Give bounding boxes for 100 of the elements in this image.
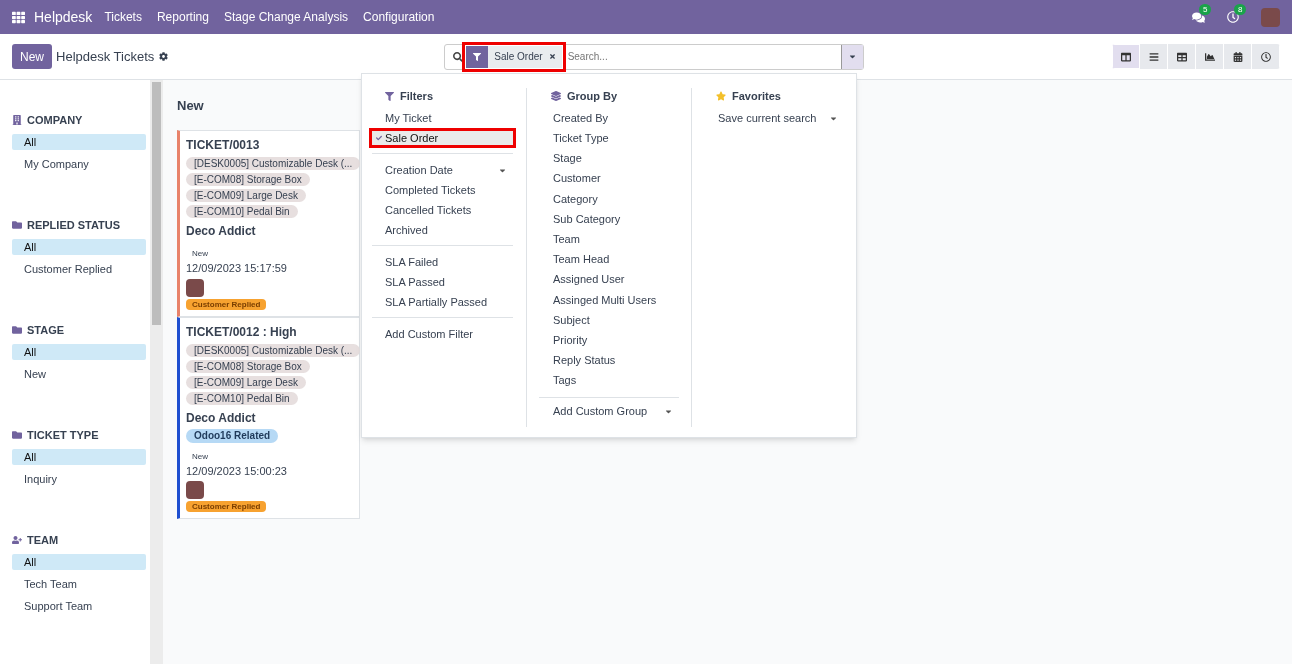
menu-item[interactable]: Stage Change Analysis bbox=[223, 8, 349, 26]
group-by-option[interactable]: Stage bbox=[539, 148, 679, 169]
customer-name: Deco Addict bbox=[186, 223, 256, 240]
product-tag: [E-COM08] Storage Box bbox=[186, 359, 310, 373]
ticket-date: 12/09/2023 15:00:23 bbox=[186, 463, 287, 479]
section-title: STAGE bbox=[27, 322, 65, 338]
stage-label: New bbox=[192, 248, 208, 260]
group-by-option[interactable]: Assinged Multi Users bbox=[539, 289, 679, 310]
group-by-option[interactable]: Assigned User bbox=[539, 269, 679, 290]
filter-option[interactable]: Cancelled Tickets bbox=[369, 200, 516, 220]
menu-item[interactable]: Reporting bbox=[156, 8, 209, 26]
filter-option[interactable]: Customer Replied bbox=[12, 261, 146, 277]
building-icon bbox=[12, 115, 22, 125]
customer-name: Deco Addict bbox=[186, 409, 256, 427]
filter-option[interactable]: My Company bbox=[12, 156, 146, 172]
group-by-option[interactable]: Team bbox=[539, 229, 679, 250]
filter-option[interactable]: SLA Partially Passed bbox=[369, 292, 516, 312]
filter-option[interactable]: SLA Passed bbox=[369, 272, 516, 292]
notification-count: 8 bbox=[1234, 4, 1247, 15]
product-tag: [E-COM10] Pedal Bin bbox=[186, 205, 298, 218]
calendar-view-icon bbox=[1232, 51, 1243, 62]
filter-option[interactable]: All bbox=[12, 134, 146, 150]
star-icon bbox=[716, 91, 726, 101]
view-switch-button[interactable] bbox=[1196, 44, 1224, 69]
column-title: New bbox=[177, 98, 204, 113]
activity-icon[interactable] bbox=[1227, 11, 1239, 23]
add-custom-group[interactable]: Add Custom Group bbox=[539, 396, 679, 425]
section-title: Group By bbox=[567, 88, 618, 104]
view-switch-button[interactable] bbox=[1140, 44, 1168, 69]
group-by-option[interactable]: Priority bbox=[539, 330, 679, 351]
pivot-view-icon bbox=[1176, 51, 1187, 62]
filter-option[interactable]: Creation Date bbox=[369, 160, 516, 180]
product-tag: [E-COM09] Large Desk bbox=[186, 189, 306, 202]
ticket-card[interactable]: TICKET/0013 [DESK0005] Customizable Desk (... [E-COM08] Storage Box [E-COM09] Large Desk [E-COM10] Pedal Bin Deco Addict New 12/09/2023 15:17:59 Customer Replied bbox=[177, 130, 360, 317]
new-button[interactable]: New bbox=[12, 44, 52, 69]
page-title: Helpdesk Tickets bbox=[56, 47, 155, 66]
filter-option[interactable]: Sale Order bbox=[369, 128, 516, 148]
filter-option[interactable]: All bbox=[12, 344, 146, 360]
product-tag: [E-COM10] Pedal Bin bbox=[186, 391, 298, 405]
view-switch-button[interactable] bbox=[1168, 44, 1196, 69]
view-switch-button[interactable] bbox=[1224, 44, 1252, 69]
view-switch-button[interactable] bbox=[1252, 44, 1280, 69]
section-title: Favorites bbox=[732, 88, 781, 104]
group-by-option[interactable]: Created By bbox=[539, 108, 679, 129]
product-tag: [DESK0005] Customizable Desk (... bbox=[186, 157, 361, 170]
filter-option[interactable]: All bbox=[12, 554, 146, 570]
remove-icon[interactable] bbox=[548, 53, 556, 60]
filter-option[interactable]: Tech Team bbox=[12, 576, 146, 592]
apps-menu-icon[interactable] bbox=[12, 10, 25, 24]
check-icon bbox=[376, 135, 382, 141]
filter-option[interactable]: New bbox=[12, 366, 146, 382]
filter-option[interactable]: Completed Tickets bbox=[369, 180, 516, 200]
menu-item[interactable]: Configuration bbox=[363, 8, 435, 26]
filter-option[interactable]: SLA Failed bbox=[369, 252, 516, 272]
folder-icon bbox=[12, 325, 22, 335]
notification-count: 5 bbox=[1199, 3, 1212, 15]
scrollbar[interactable] bbox=[150, 80, 163, 664]
settings-icon[interactable] bbox=[159, 52, 169, 61]
ticket-card[interactable]: TICKET/0012 : High [DESK0005] Customizable Desk (... [E-COM08] Storage Box [E-COM09] Large Desk [E-COM10] Pedal Bin Deco Addict Odoo16 Related New 12/09/2023 15:00:23 Customer Replied bbox=[177, 316, 360, 519]
stage-label: New bbox=[192, 450, 208, 463]
status-badge: Customer Replied bbox=[186, 298, 267, 310]
search-bar[interactable]: Sale Order Search... bbox=[444, 43, 865, 70]
menu-item[interactable]: Tickets bbox=[104, 8, 142, 26]
group-by-option[interactable]: Subject bbox=[539, 309, 679, 331]
group-by-option[interactable]: Sub Category bbox=[539, 208, 679, 230]
section-title: Filters bbox=[400, 88, 433, 104]
filter-option[interactable]: Add Custom Filter bbox=[369, 324, 516, 344]
group-by-option[interactable]: Ticket Type bbox=[539, 128, 679, 149]
folder-icon bbox=[12, 220, 22, 230]
group-by-option[interactable]: Category bbox=[539, 188, 679, 209]
filter-option[interactable]: Archived bbox=[369, 220, 516, 240]
filter-icon bbox=[473, 52, 482, 61]
section-title: TEAM bbox=[27, 532, 59, 548]
group-by-option[interactable]: Team Head bbox=[539, 249, 679, 270]
caret-icon bbox=[848, 52, 858, 61]
ticket-date: 12/09/2023 15:17:59 bbox=[186, 261, 287, 276]
filter-option[interactable]: My Ticket bbox=[369, 108, 516, 128]
product-tag: [E-COM08] Storage Box bbox=[186, 173, 310, 186]
avatar bbox=[186, 481, 204, 499]
group-by-option[interactable]: Customer bbox=[539, 168, 679, 189]
group-by-option[interactable]: Tags bbox=[539, 370, 679, 391]
group-by-option[interactable]: Reply Status bbox=[539, 350, 679, 371]
view-switch-button[interactable] bbox=[1112, 44, 1140, 69]
search-icon[interactable] bbox=[453, 51, 464, 62]
filter-option[interactable]: Support Team bbox=[12, 598, 146, 614]
layers-icon bbox=[551, 91, 561, 101]
graph-view-icon bbox=[1204, 51, 1215, 62]
search-options-toggle[interactable] bbox=[841, 44, 864, 69]
app-name[interactable]: Helpdesk bbox=[34, 6, 93, 28]
filter-option[interactable]: All bbox=[12, 239, 146, 255]
folder-icon bbox=[12, 430, 22, 440]
chat-icon[interactable] bbox=[1192, 10, 1205, 24]
filter-option[interactable]: All bbox=[12, 449, 146, 465]
team-icon bbox=[12, 535, 22, 545]
list-view-icon bbox=[1148, 51, 1159, 62]
section-title: TICKET TYPE bbox=[27, 427, 99, 443]
save-current-search[interactable]: Save current search bbox=[704, 108, 844, 128]
filter-option[interactable]: Inquiry bbox=[12, 471, 146, 487]
avatar bbox=[186, 278, 204, 297]
activity-view-icon bbox=[1260, 51, 1271, 62]
